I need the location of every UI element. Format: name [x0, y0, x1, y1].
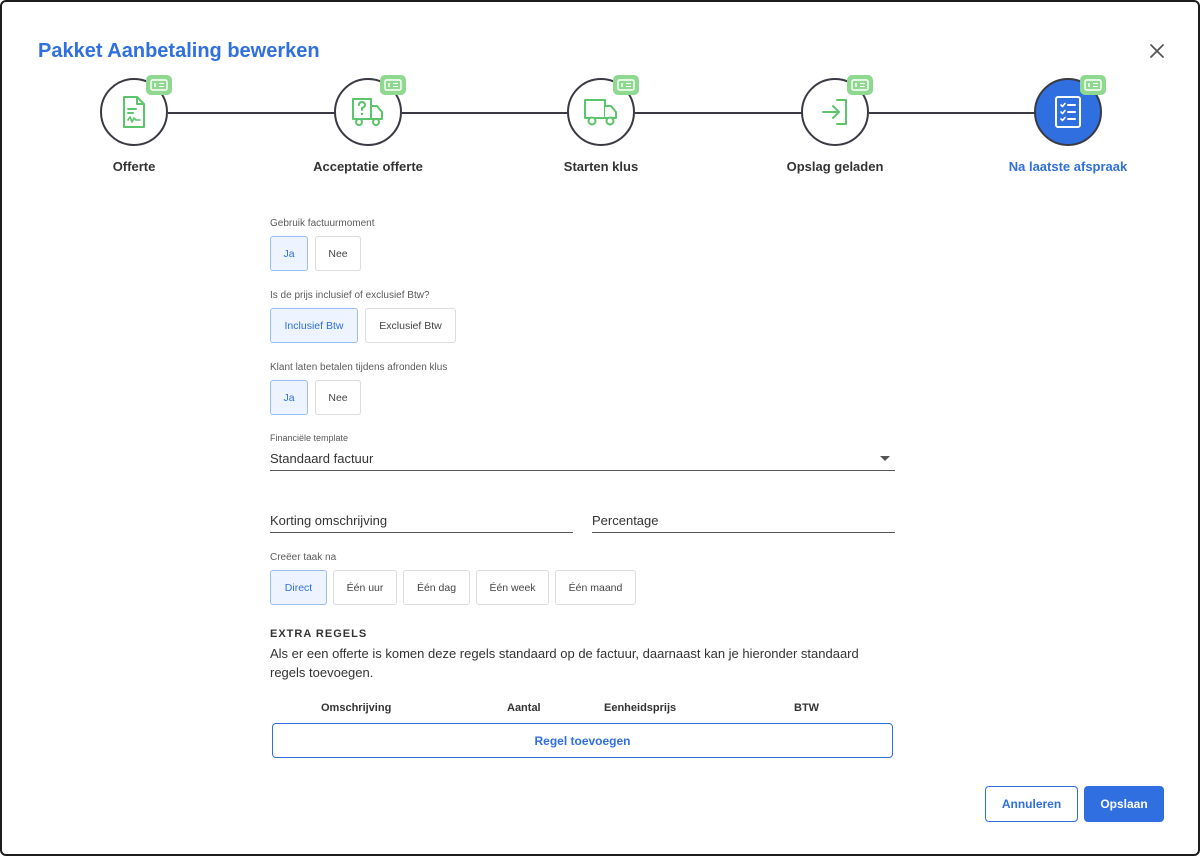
question-truck-icon	[352, 98, 383, 126]
caret-down-icon	[880, 456, 890, 461]
step-connector	[869, 112, 1036, 114]
financial-template-value: Standaard factuur	[270, 451, 374, 466]
truck-icon	[584, 99, 617, 126]
step-connector	[635, 112, 802, 114]
task-one-week-button[interactable]: Één week	[476, 570, 549, 605]
task-one-month-button[interactable]: Één maand	[555, 570, 636, 605]
financial-template-label: Financiële template	[270, 433, 349, 443]
checklist-icon	[1055, 96, 1081, 128]
pay-on-finish-yes-button[interactable]: Ja	[270, 380, 308, 415]
use-invoice-moment-no-button[interactable]: Nee	[315, 236, 361, 271]
add-rule-button[interactable]: Regel toevoegen	[272, 723, 893, 758]
create-task-after-label: Creëer taak na	[270, 552, 337, 563]
money-bill-icon	[1080, 75, 1106, 95]
step-label: Opslag geladen	[786, 159, 884, 174]
task-one-hour-button[interactable]: Één uur	[333, 570, 397, 605]
use-invoice-moment-yes-button[interactable]: Ja	[270, 236, 308, 271]
save-button[interactable]: Opslaan	[1084, 786, 1164, 822]
money-bill-icon	[847, 75, 873, 95]
step-connector	[168, 112, 335, 114]
money-bill-icon	[613, 75, 639, 95]
vat-inclusive-button[interactable]: Inclusief Btw	[270, 308, 358, 343]
money-bill-icon	[146, 75, 172, 95]
step-label: Na laatste afspraak	[1008, 159, 1128, 174]
step-label: Acceptatie offerte	[313, 159, 423, 174]
column-header-quantity: Aantal	[507, 702, 541, 714]
step-connector	[402, 112, 569, 114]
cancel-button[interactable]: Annuleren	[985, 786, 1078, 822]
pay-on-finish-label: Klant laten betalen tijdens afronden klu…	[270, 362, 448, 373]
financial-template-select[interactable]: Standaard factuur	[270, 448, 895, 471]
money-bill-icon	[380, 75, 406, 95]
document-signature-icon	[123, 96, 145, 128]
stepper: Offerte Acceptatie offerte Starten klus …	[2, 75, 1200, 188]
use-invoice-moment-label: Gebruik factuurmoment	[270, 218, 375, 229]
discount-description-input[interactable]	[270, 508, 573, 533]
column-header-unit-price: Eenheidsprijs	[604, 702, 677, 714]
close-icon[interactable]	[1146, 40, 1168, 62]
step-label: Offerte	[112, 159, 156, 174]
column-header-description: Omschrijving	[321, 702, 392, 714]
percentage-input[interactable]	[592, 508, 895, 533]
vat-mode-label: Is de prijs inclusief of exclusief Btw?	[270, 290, 430, 301]
extra-rules-description: Als er een offerte is komen deze regels …	[270, 646, 859, 680]
vat-exclusive-button[interactable]: Exclusief Btw	[365, 308, 456, 343]
extra-rules-title: EXTRA REGELS	[270, 628, 368, 640]
column-header-vat: BTW	[794, 702, 820, 714]
task-direct-button[interactable]: Direct	[270, 570, 327, 605]
step-label: Starten klus	[563, 159, 639, 174]
pay-on-finish-no-button[interactable]: Nee	[315, 380, 361, 415]
sign-in-arrow-icon	[822, 99, 847, 125]
dialog: Pakket Aanbetaling bewerken Offerte Acce…	[0, 0, 1200, 856]
task-one-day-button[interactable]: Één dag	[403, 570, 470, 605]
dialog-title: Pakket Aanbetaling bewerken	[38, 40, 320, 62]
